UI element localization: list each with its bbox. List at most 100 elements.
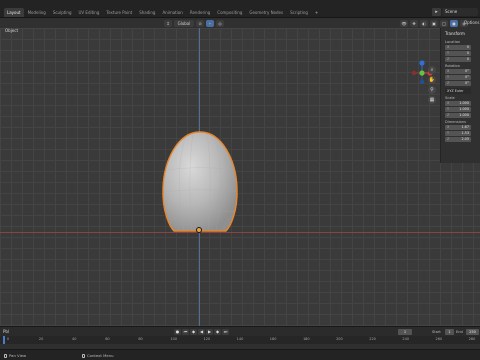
- workspace-tab[interactable]: Geometry Nodes: [246, 8, 286, 17]
- scene-name-field[interactable]: Scene: [442, 8, 478, 16]
- jump-start-icon[interactable]: ⏮: [182, 329, 189, 335]
- status-pan-hint: Pan View: [4, 353, 26, 358]
- camera-view-icon[interactable]: ⚲: [428, 86, 436, 94]
- timeline-header: Pbl ● ⏮ ◆ ◀ ▶ ◆ ⏭ 1 Start 1 End 250: [0, 326, 480, 336]
- field-value: 1.000: [459, 113, 469, 117]
- record-icon[interactable]: ●: [174, 329, 181, 335]
- rotation-mode-dropdown[interactable]: XYZ Euler: [445, 88, 471, 94]
- dimensions-x-field[interactable]: X 1.67: [445, 125, 471, 130]
- axis-label: Z: [447, 113, 450, 117]
- location-z-field[interactable]: Z0: [445, 57, 471, 62]
- end-frame-field[interactable]: 250: [466, 329, 479, 335]
- playback-menu[interactable]: Pbl: [3, 329, 9, 334]
- scale-label: Scale: [445, 96, 455, 100]
- scene-icon[interactable]: ▸: [432, 8, 441, 16]
- gizmo-toggle-icon[interactable]: ✥: [410, 19, 418, 27]
- axis-label: Y: [447, 75, 450, 79]
- dimensions-y-field[interactable]: Y 1.53: [445, 131, 471, 136]
- view-name-label: Object: [5, 28, 19, 33]
- transform-sidebar-panel: Transform Location X0 Y0 Z0 Rotation X 0°…: [440, 28, 480, 163]
- transform-pivot-group: ↕ Global ⊙ ⌁ ◎: [164, 19, 224, 27]
- location-x-field[interactable]: X0: [445, 45, 471, 50]
- play-icon[interactable]: ▶: [206, 329, 213, 335]
- workspace-tab[interactable]: Shading: [136, 8, 158, 17]
- object-origin-dot: [196, 227, 202, 233]
- scale-x-field[interactable]: X 1.000: [445, 101, 471, 106]
- start-label: Start: [432, 330, 441, 334]
- workspace-tab[interactable]: Animation: [159, 8, 185, 17]
- ortho-toggle-icon[interactable]: ▦: [428, 96, 436, 104]
- field-value: 0°: [465, 69, 469, 73]
- xray-icon[interactable]: ▣: [430, 19, 438, 27]
- axis-label: Y: [447, 131, 450, 135]
- proportional-edit-icon[interactable]: ◎: [216, 19, 224, 27]
- add-workspace-button[interactable]: +: [312, 8, 321, 17]
- pan-view-icon[interactable]: ✋: [428, 76, 436, 84]
- transform-orientation-icon[interactable]: ↕: [164, 19, 172, 27]
- axis-label: Y: [447, 51, 450, 55]
- end-label: End: [456, 330, 463, 334]
- status-context-hint: Context Menu: [82, 353, 114, 358]
- mouse-icon: [4, 353, 7, 358]
- timeline-tick-label: 160: [269, 337, 277, 341]
- workspace-tab[interactable]: Scripting: [287, 8, 311, 17]
- timeline-tick-label: 260: [435, 337, 443, 341]
- prev-keyframe-icon[interactable]: ◆: [190, 329, 197, 335]
- snap-toggle-icon[interactable]: ⌁: [206, 19, 214, 27]
- timeline-tick-label: 200: [336, 337, 343, 341]
- workspace-tab[interactable]: Compositing: [214, 8, 245, 17]
- axis-label: X: [447, 69, 450, 73]
- dimensions-z-field[interactable]: Z 2.05: [445, 137, 471, 142]
- rotation-label: Rotation: [445, 64, 461, 68]
- playhead-marker[interactable]: [3, 336, 5, 344]
- axis-label: Z: [447, 81, 450, 85]
- 3d-viewport[interactable]: Object ⌕ ✋ ⚲ ▦: [0, 28, 480, 326]
- transform-orientation-dropdown[interactable]: Global: [174, 19, 194, 27]
- transform-section-header[interactable]: Transform: [441, 28, 480, 38]
- wireframe-shading-icon[interactable]: ◯: [440, 19, 448, 27]
- workspace-tab[interactable]: Sculpting: [50, 8, 75, 17]
- workspace-tab[interactable]: Modeling: [25, 8, 49, 17]
- timeline-tick-label: 240: [402, 337, 410, 341]
- timeline-tick-label: 60: [105, 337, 110, 341]
- workspace-tab[interactable]: UV Editing: [76, 8, 103, 17]
- rotation-y-field[interactable]: Y 0°: [445, 75, 471, 80]
- rotation-z-field[interactable]: Z 0°: [445, 81, 471, 86]
- timeline-tick-label: 100: [170, 337, 178, 341]
- field-value: 0°: [465, 81, 469, 85]
- solid-shading-icon[interactable]: ●: [450, 19, 458, 27]
- zoom-view-icon[interactable]: ⌕: [428, 66, 436, 74]
- field-value: 1.67: [461, 125, 469, 129]
- axis-label: X: [447, 125, 450, 129]
- scale-z-field[interactable]: Z 1.000: [445, 113, 471, 118]
- workspace-tab[interactable]: Texture Paint: [103, 8, 135, 17]
- timeline-ruler[interactable]: 0 20 40 60 80 100 120 140 160 180 200 220 240 260 280: [0, 336, 480, 344]
- workspace-tab[interactable]: Rendering: [187, 8, 213, 17]
- field-value: 1.53: [461, 131, 469, 135]
- next-keyframe-icon[interactable]: ◆: [214, 329, 221, 335]
- top-bar: Layout Modeling Sculpting UV Editing Texture…: [0, 0, 480, 18]
- mouse-icon: [82, 353, 85, 358]
- timeline-tick-label: 40: [72, 337, 77, 341]
- rotation-x-field[interactable]: X 0°: [445, 69, 471, 74]
- pivot-point-icon[interactable]: ⊙: [196, 19, 204, 27]
- workspace-tabs: Layout Modeling Sculpting UV Editing Texture…: [4, 8, 321, 17]
- overlays-icon[interactable]: ◐: [420, 19, 428, 27]
- scale-y-field[interactable]: Y 1.000: [445, 107, 471, 112]
- current-frame-field[interactable]: 1: [398, 329, 412, 335]
- timeline-tick-label: 180: [302, 337, 310, 341]
- status-bar: Pan View Context Menu: [0, 349, 480, 360]
- start-frame-field[interactable]: 1: [445, 329, 454, 335]
- egg-mesh-object[interactable]: [160, 130, 240, 234]
- jump-end-icon[interactable]: ⏭: [222, 329, 229, 335]
- location-label: Location: [445, 40, 461, 44]
- timeline-tick-label: 20: [38, 337, 44, 341]
- options-dropdown[interactable]: Options: [464, 19, 479, 27]
- play-reverse-icon[interactable]: ◀: [198, 329, 205, 335]
- visibility-icon[interactable]: 👁: [400, 19, 408, 27]
- workspace-tab[interactable]: Layout: [4, 8, 24, 17]
- axis-label: X: [447, 45, 450, 49]
- timeline-tick-label: 120: [203, 337, 211, 341]
- viewport-header: ↕ Global ⊙ ⌁ ◎ 👁 ✥ ◐ ▣ ◯ ● ◍ Options: [0, 18, 480, 28]
- location-y-field[interactable]: Y0: [445, 51, 471, 56]
